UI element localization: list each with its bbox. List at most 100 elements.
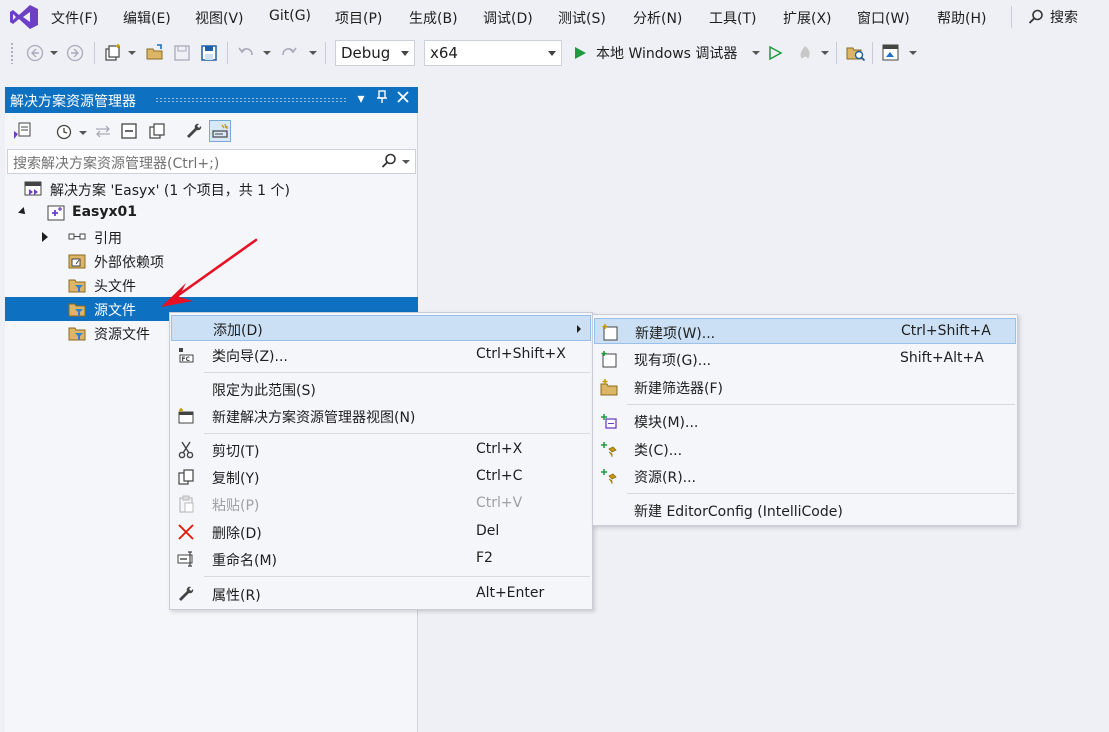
debug-target-dropdown-icon[interactable]	[752, 51, 760, 55]
toolbar-grip[interactable]	[10, 42, 14, 64]
platform-select[interactable]: x64	[424, 40, 562, 66]
undo-dropdown-icon[interactable]	[263, 51, 271, 55]
menu-item-delete[interactable]: 删除(D) Del	[171, 519, 591, 545]
configuration-value: Debug	[341, 44, 391, 62]
solution-explorer-titlebar[interactable]: 解决方案资源管理器 ▾	[5, 87, 418, 113]
search-options-dropdown-icon[interactable]	[402, 160, 410, 164]
start-debugging-icon[interactable]	[569, 42, 591, 64]
new-dropdown-icon[interactable]	[128, 51, 136, 55]
menu-analyze[interactable]: 分析(N)	[633, 8, 682, 28]
tree-item-references[interactable]: 引用	[5, 225, 418, 249]
menu-item-module[interactable]: 模块(M)...	[594, 408, 1016, 434]
configuration-select[interactable]: Debug	[335, 40, 415, 66]
titlebar-grip	[155, 97, 348, 103]
collapse-all-icon[interactable]	[118, 120, 140, 142]
visual-studio-logo-icon[interactable]	[9, 4, 39, 30]
filter-dropdown-icon[interactable]	[79, 131, 87, 135]
solution-explorer-toggle-icon[interactable]	[880, 42, 902, 64]
expanded-arrow-icon[interactable]	[18, 207, 28, 217]
sync-with-document-icon[interactable]	[92, 120, 114, 142]
menu-item-new-item[interactable]: 新建项(W)... Ctrl+Shift+A	[594, 318, 1016, 344]
tree-item-external-dependencies[interactable]: 外部依赖项	[5, 249, 418, 273]
menu-item-copy[interactable]: 复制(Y) Ctrl+C	[171, 464, 591, 490]
find-in-files-icon[interactable]	[845, 42, 867, 64]
search-label: 搜索	[1050, 10, 1078, 26]
menu-tools[interactable]: 工具(T)	[709, 8, 756, 28]
preview-selected-items-icon[interactable]	[209, 120, 231, 142]
menu-item-new-editorconfig[interactable]: 新建 EditorConfig (IntelliCode)	[594, 497, 1016, 523]
navigate-forward-icon[interactable]	[64, 42, 86, 64]
tree-item-label: 解决方案 'Easyx' (1 个项目，共 1 个)	[50, 183, 290, 199]
properties-wrench-icon[interactable]	[183, 120, 205, 142]
menu-bar: 文件(F) 编辑(E) 视图(V) Git(G) 项目(P) 生成(B) 调试(…	[0, 0, 1109, 34]
menu-item-label: 添加(D)	[213, 323, 263, 339]
hot-reload-icon[interactable]	[794, 42, 816, 64]
menu-item-paste[interactable]: 粘贴(P) Ctrl+V	[171, 491, 591, 517]
menu-item-label: 资源(R)...	[634, 470, 697, 486]
tree-item-solution[interactable]: 解决方案 'Easyx' (1 个项目，共 1 个)	[5, 177, 418, 201]
menu-extensions[interactable]: 扩展(X)	[783, 8, 832, 28]
menu-separator	[204, 433, 590, 434]
menu-file[interactable]: 文件(F)	[51, 8, 98, 28]
menu-item-shortcut: Ctrl+C	[476, 468, 523, 484]
menu-item-class[interactable]: 类(C)...	[594, 436, 1016, 462]
menu-view[interactable]: 视图(V)	[195, 8, 244, 28]
menu-help[interactable]: 帮助(H)	[937, 8, 986, 28]
tree-item-project[interactable]: Easyx01	[5, 201, 418, 225]
menu-item-properties[interactable]: 属性(R) Alt+Enter	[171, 581, 591, 607]
search-icon[interactable]	[381, 153, 397, 169]
toolbar-overflow-icon[interactable]	[909, 51, 917, 55]
open-file-icon[interactable]	[144, 42, 166, 64]
menu-item-label: 类(C)...	[634, 443, 683, 459]
save-all-icon[interactable]	[198, 42, 220, 64]
menu-project[interactable]: 项目(P)	[335, 8, 382, 28]
menu-test[interactable]: 测试(S)	[558, 8, 606, 28]
menu-item-add[interactable]: 添加(D)	[171, 315, 591, 341]
switch-views-icon[interactable]	[11, 120, 33, 142]
menu-window[interactable]: 窗口(W)	[857, 8, 910, 28]
paste-icon	[179, 495, 194, 513]
rename-icon	[177, 551, 193, 567]
menu-item-resource[interactable]: 资源(R)...	[594, 463, 1016, 489]
menu-item-new-filter[interactable]: 新建筛选器(F)	[594, 374, 1016, 400]
filter-folder-icon	[68, 327, 86, 341]
start-without-debugging-icon[interactable]	[764, 42, 786, 64]
existing-item-icon	[601, 351, 617, 368]
menu-item-scope-to-this[interactable]: 限定为此范围(S)	[171, 376, 591, 402]
collapsed-arrow-icon[interactable]	[42, 232, 48, 242]
menu-build[interactable]: 生成(B)	[409, 8, 458, 28]
close-icon[interactable]	[394, 90, 412, 108]
menu-item-cut[interactable]: 剪切(T) Ctrl+X	[171, 437, 591, 463]
navigate-back-icon[interactable]	[24, 42, 46, 64]
menu-debug[interactable]: 调试(D)	[483, 8, 533, 28]
save-icon[interactable]	[171, 42, 193, 64]
solution-explorer-title: 解决方案资源管理器	[10, 94, 136, 110]
new-project-icon[interactable]	[102, 42, 124, 64]
undo-icon[interactable]	[235, 42, 257, 64]
tree-item-header-files[interactable]: 头文件	[5, 273, 418, 297]
redo-icon[interactable]	[278, 42, 300, 64]
menu-git[interactable]: Git(G)	[269, 8, 311, 24]
menu-item-label: 类向导(Z)...	[212, 349, 288, 365]
menu-item-shortcut: Ctrl+Shift+X	[476, 346, 566, 362]
pending-changes-filter-icon[interactable]	[53, 120, 75, 142]
menu-item-rename[interactable]: 重命名(M) F2	[171, 546, 591, 572]
tree-item-label: 引用	[94, 231, 122, 247]
tree-item-label: Easyx01	[72, 204, 137, 220]
window-position-dropdown-icon[interactable]: ▾	[352, 90, 370, 108]
global-search[interactable]: 搜索	[1028, 6, 1078, 28]
solution-explorer-search[interactable]: 搜索解决方案资源管理器(Ctrl+;)	[7, 149, 416, 174]
back-dropdown-icon[interactable]	[50, 51, 58, 55]
show-all-files-icon[interactable]	[146, 120, 168, 142]
hot-reload-dropdown-icon[interactable]	[821, 51, 829, 55]
menu-item-existing-item[interactable]: 现有项(G)... Shift+Alt+A	[594, 346, 1016, 372]
menu-separator	[627, 493, 1015, 494]
start-debugging-button[interactable]: 本地 Windows 调试器	[596, 43, 737, 63]
redo-dropdown-icon[interactable]	[309, 51, 317, 55]
pin-icon[interactable]	[373, 90, 391, 108]
menu-item-new-explorer-view[interactable]: 新建解决方案资源管理器视图(N)	[171, 403, 591, 429]
menu-item-class-wizard[interactable]: FC 类向导(Z)... Ctrl+Shift+X	[171, 342, 591, 368]
new-folder-icon	[600, 379, 618, 396]
submenu-arrow-icon	[577, 325, 581, 333]
menu-edit[interactable]: 编辑(E)	[123, 8, 171, 28]
